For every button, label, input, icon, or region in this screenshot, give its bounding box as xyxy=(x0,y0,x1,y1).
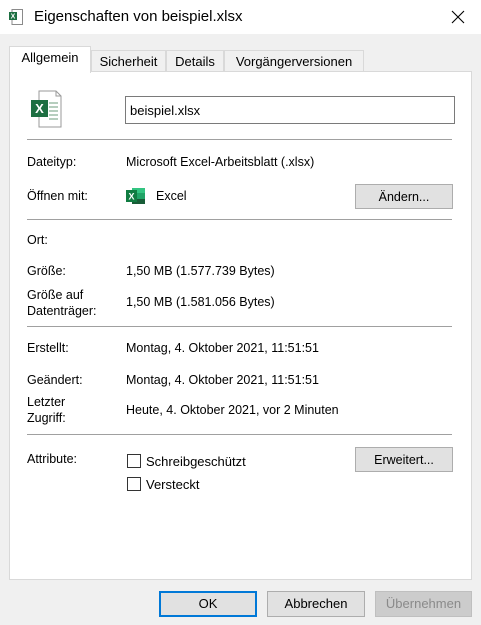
hidden-checkbox[interactable] xyxy=(127,477,141,491)
hidden-label[interactable]: Versteckt xyxy=(146,477,199,492)
openwith-value: Excel xyxy=(156,189,187,203)
close-button[interactable] xyxy=(435,0,481,34)
size-value: 1,50 MB (1.577.739 Bytes) xyxy=(126,264,275,278)
apply-button[interactable]: Übernehmen xyxy=(375,591,472,617)
excel-document-icon: X xyxy=(31,90,62,128)
accessed-label-line1: Letzter xyxy=(27,395,66,409)
location-label: Ort: xyxy=(27,233,48,247)
advanced-button[interactable]: Erweitert... xyxy=(355,447,453,472)
cancel-button[interactable]: Abbrechen xyxy=(267,591,365,617)
openwith-label: Öffnen mit: xyxy=(27,189,88,203)
svg-text:X: X xyxy=(128,192,134,202)
tab-vorgaengerversionen[interactable]: Vorgängerversionen xyxy=(224,50,364,72)
separator xyxy=(27,219,452,220)
size-label: Größe: xyxy=(27,264,66,278)
ok-button[interactable]: OK xyxy=(159,591,257,617)
readonly-label[interactable]: Schreibgeschützt xyxy=(146,454,246,469)
accessed-label-line2: Zugriff: xyxy=(27,411,66,425)
attributes-label: Attribute: xyxy=(27,452,78,466)
separator xyxy=(27,434,452,435)
svg-text:X: X xyxy=(35,101,44,116)
close-icon[interactable] xyxy=(451,10,465,24)
accessed-value: Heute, 4. Oktober 2021, vor 2 Minuten xyxy=(126,403,339,417)
general-tab-panel: X Dateityp: Microsoft Excel-Arbeitsblatt… xyxy=(9,71,472,580)
window-title: Eigenschaften von beispiel.xlsx xyxy=(34,8,243,25)
tab-details[interactable]: Details xyxy=(166,50,224,72)
filetype-label: Dateityp: xyxy=(27,155,77,169)
filename-input[interactable] xyxy=(125,96,455,124)
disksize-label-line1: Größe auf xyxy=(27,288,84,302)
separator xyxy=(27,326,452,327)
svg-text:X: X xyxy=(11,14,16,21)
disksize-value: 1,50 MB (1.581.056 Bytes) xyxy=(126,295,275,309)
created-label: Erstellt: xyxy=(27,341,69,355)
excel-app-icon: X xyxy=(126,188,145,204)
separator xyxy=(27,139,452,140)
filetype-value: Microsoft Excel-Arbeitsblatt (.xlsx) xyxy=(126,155,315,169)
modified-label: Geändert: xyxy=(27,373,83,387)
title-bar: X Eigenschaften von beispiel.xlsx xyxy=(0,0,481,34)
readonly-checkbox[interactable] xyxy=(127,454,141,468)
modified-value: Montag, 4. Oktober 2021, 11:51:51 xyxy=(126,373,319,387)
disksize-label-line2: Datenträger: xyxy=(27,304,97,318)
change-button[interactable]: Ändern... xyxy=(355,184,453,209)
excel-file-icon: X xyxy=(9,9,23,25)
created-value: Montag, 4. Oktober 2021, 11:51:51 xyxy=(126,341,319,355)
tab-allgemein[interactable]: Allgemein xyxy=(9,46,91,73)
tab-sicherheit[interactable]: Sicherheit xyxy=(91,50,166,72)
